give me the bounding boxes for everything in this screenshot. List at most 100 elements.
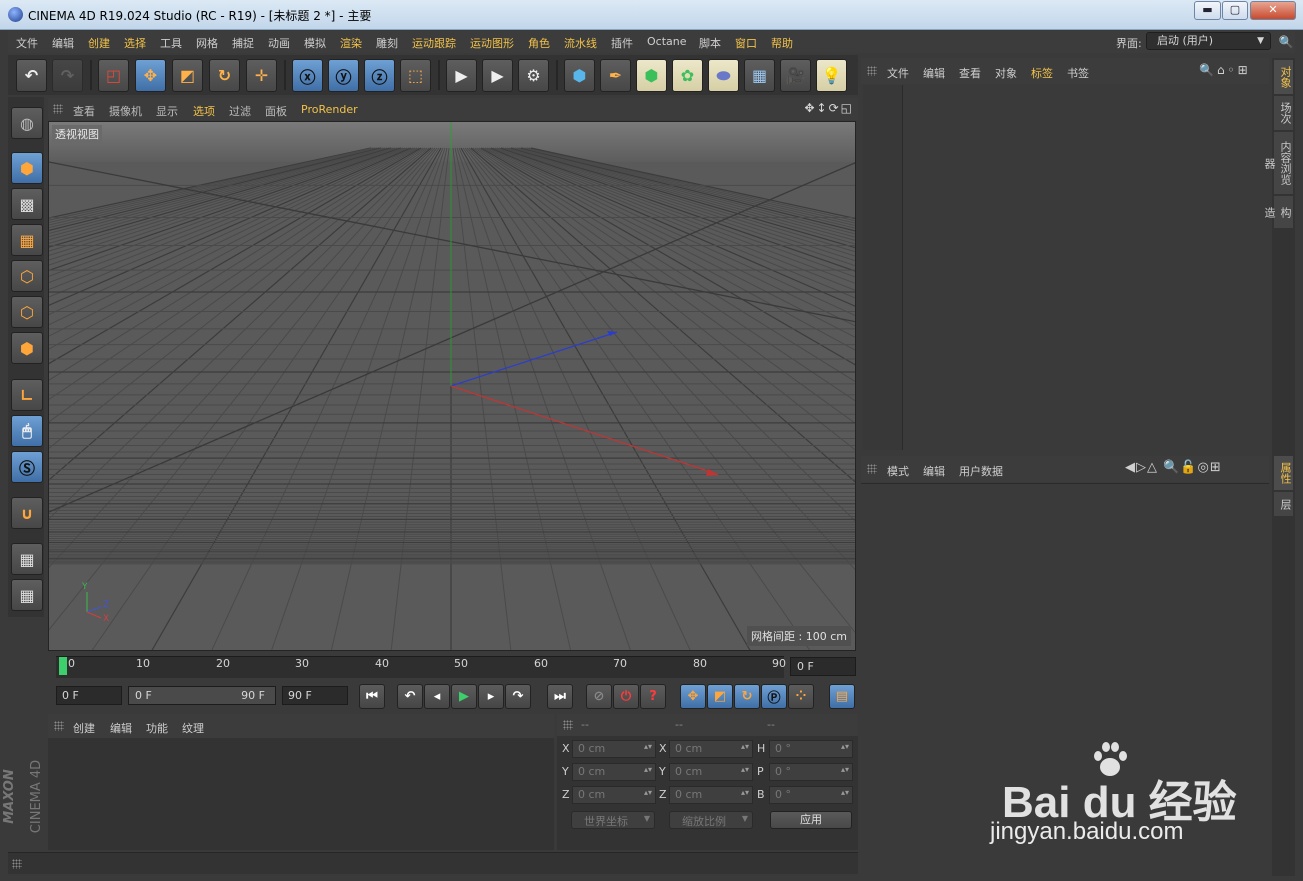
subdivision-button[interactable]: ⬢ <box>636 59 667 92</box>
solo-button[interactable]: Ⓢ <box>11 451 43 483</box>
cube-object-button[interactable]: ⬢ <box>564 59 595 92</box>
y-axis-lock-button[interactable]: ⓨ <box>328 59 359 92</box>
size-x-field[interactable]: 0 cm ▴▾ <box>669 740 753 758</box>
material-menu-edit[interactable]: 编辑 <box>110 720 132 736</box>
viewport-menu-options[interactable]: 选项 <box>193 103 215 119</box>
viewport-menu-view[interactable]: 查看 <box>73 103 95 119</box>
record-rotation-button[interactable]: ↻ <box>734 684 760 709</box>
object-menu-tags[interactable]: 标签 <box>1031 65 1053 81</box>
model-mode-button[interactable]: ⬢ <box>11 152 43 184</box>
previous-frame-button[interactable]: ◂ <box>424 684 450 709</box>
enable-axis-button[interactable]: ∟ <box>11 379 43 411</box>
menu-pipeline[interactable]: 流水线 <box>564 35 597 51</box>
attribute-menu-user-data[interactable]: 用户数据 <box>959 463 1003 479</box>
edges-mode-button[interactable]: ⬡ <box>11 296 43 328</box>
object-manager-tool-icons[interactable]: 🔍⌂◦⊞ <box>1199 63 1251 77</box>
move-tool-button[interactable]: ✥ <box>135 59 166 92</box>
viewport-menu-panel[interactable]: 面板 <box>265 103 287 119</box>
panel-grip-icon[interactable] <box>867 66 877 76</box>
next-frame-button[interactable]: ▸ <box>478 684 504 709</box>
object-menu-file[interactable]: 文件 <box>887 65 909 81</box>
pen-spline-button[interactable]: ✒ <box>600 59 631 92</box>
workplane-lock-button[interactable]: ▦ <box>11 543 43 575</box>
tab-layers[interactable]: 层 <box>1274 492 1293 516</box>
menu-mesh[interactable]: 网格 <box>196 35 218 51</box>
menu-mograph[interactable]: 运动图形 <box>470 35 514 51</box>
menu-tools[interactable]: 工具 <box>160 35 182 51</box>
live-selection-button[interactable]: ◰ <box>98 59 129 92</box>
camera-button[interactable]: 🎥 <box>780 59 811 92</box>
viewport-nav-icons[interactable]: ✥↕⟳◱ <box>804 101 854 115</box>
tab-objects[interactable]: 对象 <box>1274 60 1293 94</box>
panel-grip-icon[interactable] <box>54 721 64 731</box>
deformer-button[interactable]: ⬬ <box>708 59 739 92</box>
workplane-mode-button[interactable]: ▦ <box>11 224 43 256</box>
viewport-menu-cameras[interactable]: 摄像机 <box>109 103 142 119</box>
menu-animate[interactable]: 动画 <box>268 35 290 51</box>
polygons-mode-button[interactable]: ⬢ <box>11 332 43 364</box>
tweak-mode-button[interactable]: 🖱 <box>11 415 43 447</box>
menu-plugins[interactable]: 插件 <box>611 35 633 51</box>
x-axis-lock-button[interactable]: ⓧ <box>292 59 323 92</box>
light-button[interactable]: 💡 <box>816 59 847 92</box>
attribute-menu-edit[interactable]: 编辑 <box>923 463 945 479</box>
recent-tool-button[interactable]: ✛ <box>246 59 277 92</box>
undo-button[interactable]: ↶ <box>16 59 47 92</box>
menu-simulate[interactable]: 模拟 <box>304 35 326 51</box>
object-menu-bookmarks[interactable]: 书签 <box>1067 65 1089 81</box>
menu-file[interactable]: 文件 <box>16 35 38 51</box>
menu-character[interactable]: 角色 <box>528 35 550 51</box>
snap-button[interactable]: ∪ <box>11 497 43 529</box>
render-picture-viewer-button[interactable]: ▶ <box>482 59 513 92</box>
current-frame-field[interactable]: 0 F <box>790 657 856 676</box>
menu-select[interactable]: 选择 <box>124 35 146 51</box>
pos-z-field[interactable]: 0 cm ▴▾ <box>572 786 656 804</box>
previous-key-button[interactable]: ↶ <box>397 684 423 709</box>
viewport-menu-prorender[interactable]: ProRender <box>301 103 358 116</box>
material-menu-create[interactable]: 创建 <box>73 720 95 736</box>
record-scale-button[interactable]: ◩ <box>707 684 733 709</box>
attribute-menu-mode[interactable]: 模式 <box>887 463 909 479</box>
apply-button[interactable]: 应用 <box>770 811 852 829</box>
viewport-menu-display[interactable]: 显示 <box>156 103 178 119</box>
play-button[interactable]: ▶ <box>451 684 477 709</box>
z-axis-lock-button[interactable]: ⓩ <box>364 59 395 92</box>
coordinate-system-button[interactable]: ⬚ <box>400 59 431 92</box>
texture-mode-button[interactable]: ▩ <box>11 188 43 220</box>
preview-range-slider[interactable]: 0 F 90 F <box>128 686 276 705</box>
menu-help[interactable]: 帮助 <box>771 35 793 51</box>
render-settings-button[interactable]: ⚙ <box>518 59 549 92</box>
size-mode-dropdown[interactable]: 缩放比例 ▼ <box>669 811 753 829</box>
workplane-align-button[interactable]: ▦ <box>11 579 43 611</box>
menu-render[interactable]: 渲染 <box>340 35 362 51</box>
floor-button[interactable]: ▦ <box>744 59 775 92</box>
scale-tool-button[interactable]: ◩ <box>172 59 203 92</box>
rot-p-field[interactable]: 0 ° ▴▾ <box>769 763 853 781</box>
redo-button[interactable]: ↷ <box>52 59 83 92</box>
playhead-handle[interactable] <box>59 657 67 675</box>
panel-grip-icon[interactable] <box>563 720 573 730</box>
menu-octane[interactable]: Octane <box>647 35 687 48</box>
frame-ruler[interactable]: 0 10 20 30 40 50 60 70 80 90 <box>56 656 786 678</box>
layout-select[interactable]: 启动 (用户) ▼ <box>1146 32 1271 50</box>
panel-grip-icon[interactable] <box>53 104 63 114</box>
array-button[interactable]: ✿ <box>672 59 703 92</box>
menu-sculpt[interactable]: 雕刻 <box>376 35 398 51</box>
search-icon[interactable]: 🔍 <box>1276 31 1296 53</box>
size-z-field[interactable]: 0 cm ▴▾ <box>669 786 753 804</box>
record-active-objects-button[interactable]: ⊘ <box>586 684 612 709</box>
record-position-button[interactable]: ✥ <box>680 684 706 709</box>
coordinate-space-dropdown[interactable]: 世界坐标 ▼ <box>571 811 655 829</box>
perspective-viewport[interactable]: Y Z X 透视视图 网格间距 : 100 cm <box>48 121 856 651</box>
points-mode-button[interactable]: ⬡ <box>11 260 43 292</box>
close-button[interactable]: ✕ <box>1250 1 1296 20</box>
menu-create[interactable]: 创建 <box>88 35 110 51</box>
menu-script[interactable]: 脚本 <box>699 35 721 51</box>
maximize-button[interactable]: ▢ <box>1222 1 1248 20</box>
attribute-nav-icons[interactable]: ◀▷△ 🔍🔓◎⊞ <box>1125 460 1222 475</box>
panel-grip-icon[interactable] <box>867 464 877 474</box>
object-menu-edit[interactable]: 编辑 <box>923 65 945 81</box>
pos-x-field[interactable]: 0 cm ▴▾ <box>572 740 656 758</box>
start-frame-field[interactable]: 0 F <box>56 686 122 705</box>
record-point-level-button[interactable]: ⁘ <box>788 684 814 709</box>
